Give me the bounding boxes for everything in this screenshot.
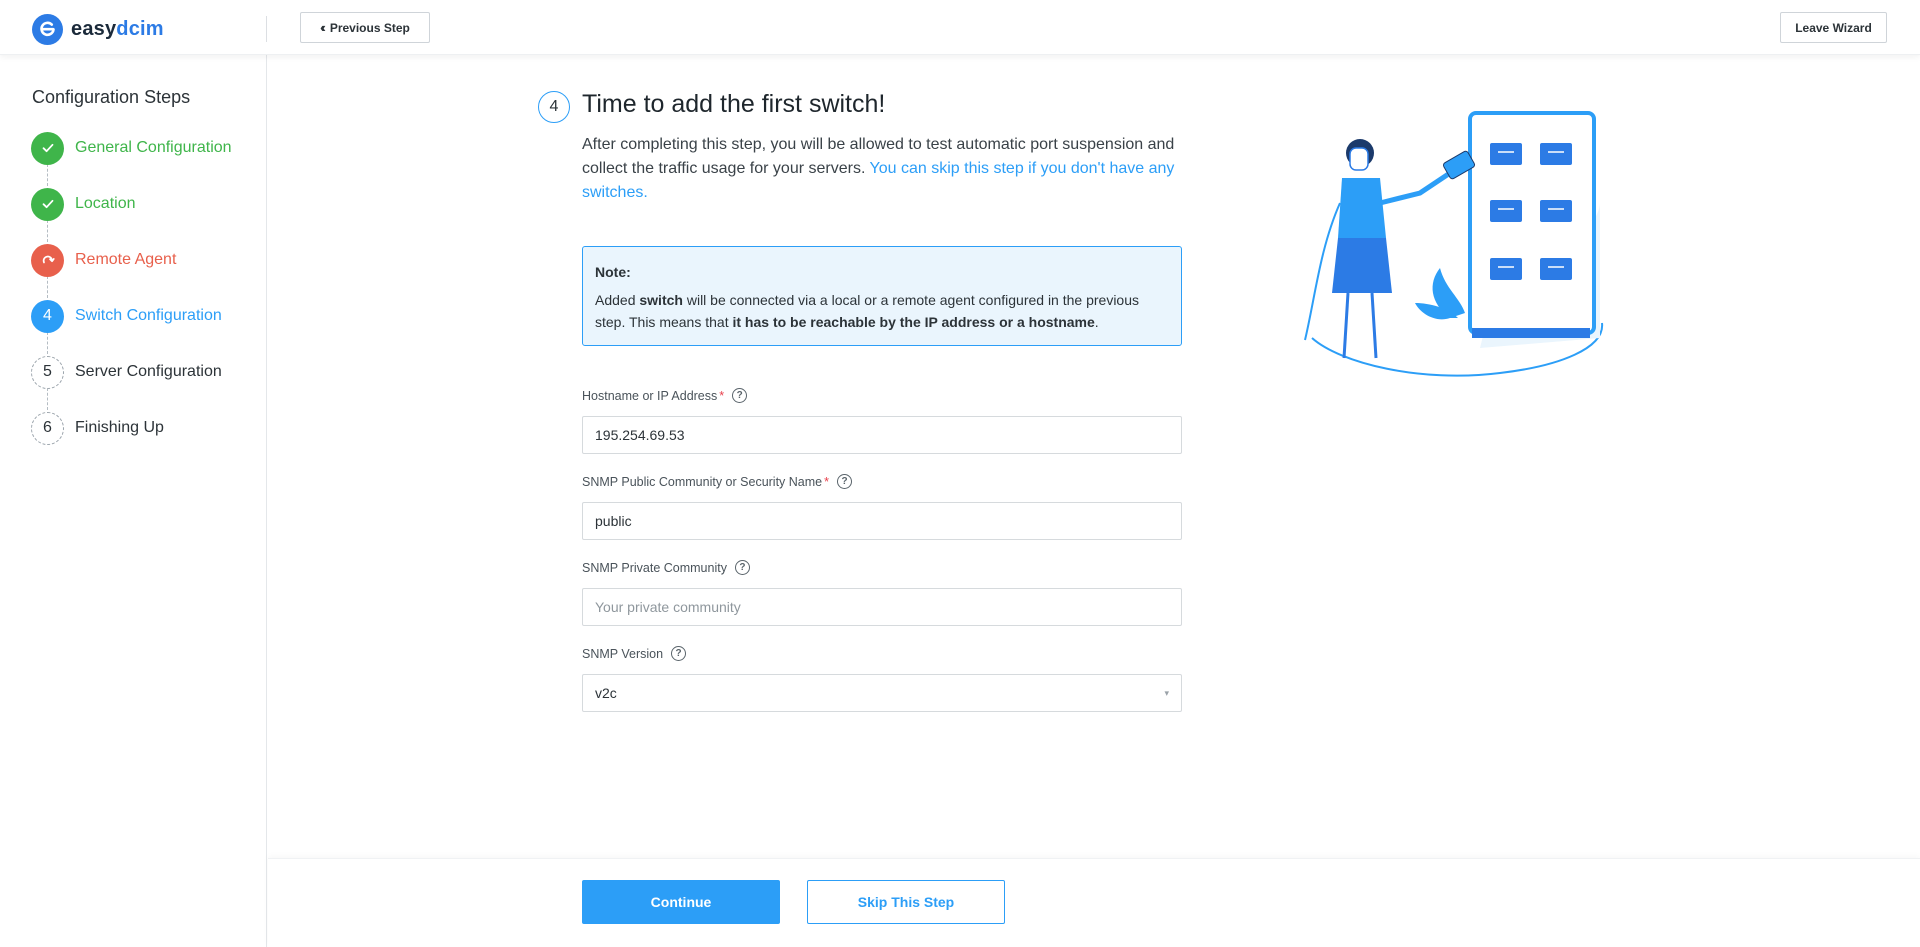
sidebar-step-location[interactable]: Location [31,187,136,221]
step-connector [47,276,48,298]
previous-step-button[interactable]: ‹‹ Previous Step [300,12,430,43]
help-icon[interactable]: ? [732,388,748,403]
sidebar-title: Configuration Steps [32,87,191,107]
private-community-input[interactable] [582,588,1182,626]
switch-illustration [1304,111,1604,377]
hostname-input[interactable] [582,416,1182,454]
step-connector [47,332,48,354]
sidebar-step-finishing-up[interactable]: 6 Finishing Up [31,411,164,445]
step-label: Server Configuration [75,363,222,380]
continue-button[interactable]: Continue [582,880,780,924]
step-connector [47,388,48,410]
help-icon[interactable]: ? [837,474,852,489]
snmp-version-label: SNMP Version ? [582,646,687,661]
step-label: Location [75,195,136,212]
required-asterisk: * [719,388,725,403]
previous-step-label: Previous Step [329,20,410,35]
note-box: Note: Added switch will be connected via… [582,246,1182,346]
step-number: 5 [31,355,64,389]
dropdown-caret-icon: ▾ [1164,687,1169,698]
public-community-label: SNMP Public Community or Security Name * … [582,474,852,489]
note-bold-reachable: it has to be reachable by the IP address… [732,314,1095,330]
easydcim-logo-icon [32,13,63,45]
required-asterisk: * [824,474,829,489]
step-label: Switch Configuration [75,307,222,324]
leave-wizard-button[interactable]: Leave Wizard [1780,12,1887,43]
check-icon [31,131,64,165]
public-community-input[interactable] [582,502,1182,540]
step-connector [47,164,48,186]
intro-text: After completing this step, you will be … [582,133,1182,205]
step-label: General Configuration [75,139,232,156]
note-text: Added switch will be connected via a loc… [595,292,1139,330]
step-number: 4 [31,299,64,333]
step-label: Finishing Up [75,419,164,436]
sidebar-step-switch-configuration[interactable]: 4 Switch Configuration [31,299,222,333]
help-icon[interactable]: ? [671,646,687,661]
step-label: Remote Agent [75,251,177,268]
note-bold-switch: switch [639,292,683,308]
step-connector [47,220,48,242]
topbar-divider [266,16,267,42]
double-chevron-left-icon: ‹‹ [320,20,325,35]
top-bar: easydcim ‹‹ Previous Step Leave Wizard [0,0,1920,55]
logo-text-dcim: dcim [116,17,164,40]
step-badge: 4 [538,91,570,123]
sidebar-step-server-configuration[interactable]: 5 Server Configuration [31,355,222,389]
sidebar-step-remote-agent[interactable]: Remote Agent [31,243,176,277]
hostname-label: Hostname or IP Address * ? [582,388,748,403]
logo-text-easy: easy [71,17,117,40]
logo-text: easydcim [71,18,164,41]
skip-step-button[interactable]: Skip This Step [807,880,1005,924]
help-icon[interactable]: ? [734,560,750,575]
snmp-version-select[interactable]: v2c ▾ [582,674,1182,712]
check-icon [31,187,64,221]
step-number: 6 [31,411,64,445]
private-community-label: SNMP Private Community ? [582,560,750,575]
page-title: Time to add the first switch! [582,90,886,118]
logo[interactable]: easydcim [32,13,164,45]
sidebar: Configuration Steps General Configuratio… [0,55,267,947]
footer-bar [268,858,1920,947]
sidebar-step-general-configuration[interactable]: General Configuration [31,131,232,165]
snmp-version-value: v2c [595,685,617,701]
redo-arrow-icon [31,243,64,277]
note-title: Note: [595,264,631,280]
